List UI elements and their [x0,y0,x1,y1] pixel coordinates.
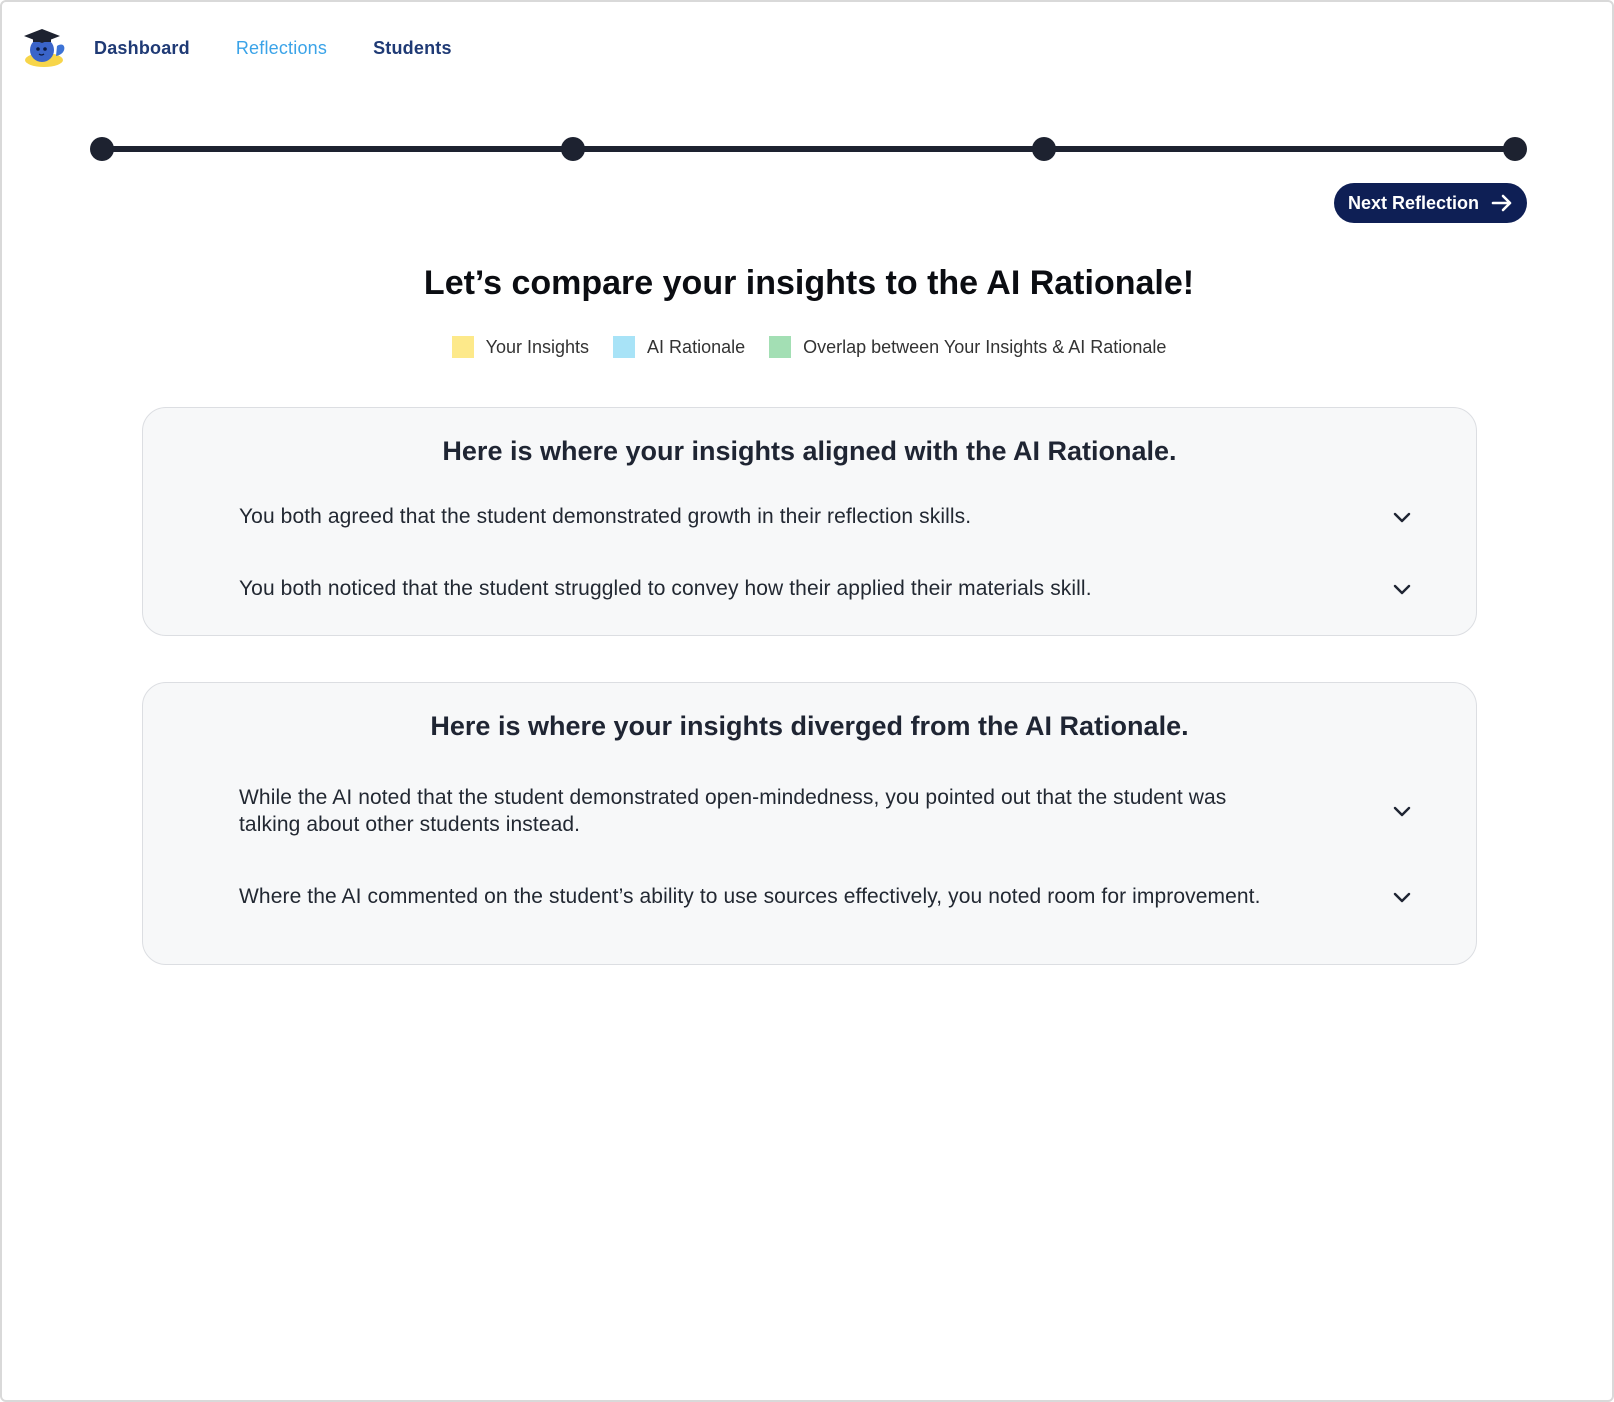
diverged-item-text: Where the AI commented on the student’s … [239,885,1261,908]
nav-students[interactable]: Students [373,38,452,59]
diverged-item-1[interactable]: While the AI noted that the student demo… [239,784,1414,838]
diverged-card: Here is where your insights diverged fro… [142,682,1477,965]
nav-reflections[interactable]: Reflections [236,38,327,59]
nav-dashboard[interactable]: Dashboard [94,38,190,59]
legend-label: AI Rationale [647,336,746,357]
legend-item-your-insights: Your Insights [451,336,590,358]
legend-swatch-yellow [451,336,474,358]
diverged-item-2[interactable]: Where the AI commented on the student’s … [239,883,1414,910]
diverged-heading: Here is where your insights diverged fro… [430,711,1189,741]
aligned-card: Here is where your insights aligned with… [142,407,1477,636]
aligned-item-1[interactable]: You both agreed that the student demonst… [239,503,1414,530]
stepper-track [102,146,1516,152]
aligned-heading: Here is where your insights aligned with… [442,436,1177,466]
stepper-step-4[interactable] [1503,137,1527,161]
next-reflection-button[interactable]: Next Reflection [1334,183,1527,223]
legend-label: Overlap between Your Insights & AI Ratio… [803,336,1167,357]
arrow-right-icon [1491,194,1512,212]
progress-stepper [90,134,1527,164]
aligned-item-text: You both agreed that the student demonst… [239,505,972,528]
chevron-down-icon[interactable] [1390,577,1414,601]
legend-swatch-green [769,336,792,358]
stepper-step-2[interactable] [561,137,585,161]
diverged-item-text: While the AI noted that the student demo… [239,786,1227,836]
chevron-down-icon[interactable] [1390,505,1414,529]
legend-item-ai-rationale: AI Rationale [613,336,745,358]
logo-icon[interactable] [20,24,68,72]
aligned-item-text: You both noticed that the student strugg… [239,577,1092,600]
next-reflection-label: Next Reflection [1347,192,1480,213]
legend: Your Insights AI Rationale Overlap betwe… [2,336,1614,358]
legend-item-overlap: Overlap between Your Insights & AI Ratio… [769,336,1166,358]
app-frame: Dashboard Reflections Students Next Refl… [0,0,1614,1402]
legend-label: Your Insights [485,336,590,357]
chevron-down-icon[interactable] [1390,799,1414,823]
stepper-step-3[interactable] [1032,137,1056,161]
chevron-down-icon[interactable] [1390,885,1414,909]
stepper-step-1[interactable] [90,137,114,161]
top-nav: Dashboard Reflections Students [20,24,498,72]
aligned-item-2[interactable]: You both noticed that the student strugg… [239,575,1414,602]
legend-swatch-blue [613,336,636,358]
page-title: Let’s compare your insights to the AI Ra… [423,264,1195,302]
